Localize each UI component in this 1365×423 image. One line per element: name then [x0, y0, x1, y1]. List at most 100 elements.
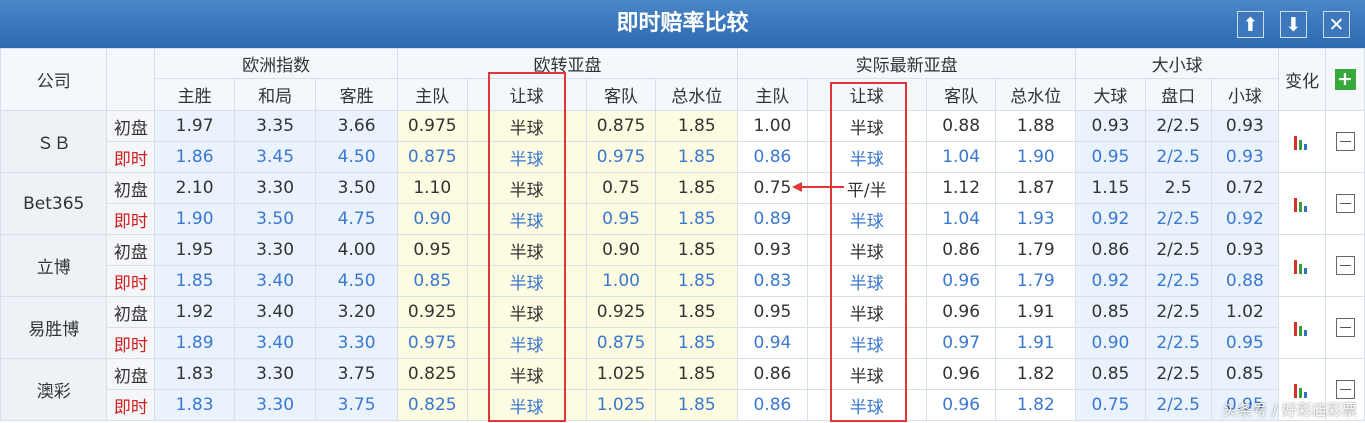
collapse-cell	[1325, 110, 1365, 173]
odds-cell: 2/2.5	[1144, 234, 1212, 266]
table-row: 易胜博 初盘 1.92 3.40 3.20 0.925 半球 0.925 1.85 0.95 半球 0…	[0, 296, 1365, 359]
odds-cell: 半球	[806, 141, 927, 173]
odds-cell: 半球	[466, 234, 587, 266]
bar-chart-icon[interactable]	[1293, 382, 1311, 398]
company-name[interactable]: ＳＢ	[0, 110, 108, 173]
odds-cell: 1.85	[655, 265, 739, 297]
down-arrow-icon[interactable]: ⬇	[1280, 11, 1307, 38]
odds-cell: 半球	[466, 296, 587, 328]
odds-cell: 3.75	[315, 389, 398, 421]
odds-cell: 0.95	[585, 203, 657, 235]
company-name[interactable]: 立博	[0, 234, 108, 297]
minus-icon[interactable]	[1335, 318, 1355, 337]
row-type-label: 初盘	[106, 172, 156, 204]
row-type-label: 即时	[106, 141, 156, 173]
odds-cell: 0.93	[1210, 234, 1280, 266]
odds-cell: 0.92	[1075, 265, 1146, 297]
odds-cell: 1.88	[995, 110, 1077, 142]
odds-cell: 0.86	[737, 358, 808, 390]
odds-cell: 0.75	[1075, 389, 1146, 421]
odds-cell: 1.87	[995, 172, 1077, 204]
odds-cell: 0.83	[737, 265, 808, 297]
odds-cell: 1.85	[655, 389, 739, 421]
odds-cell: 0.94	[737, 327, 808, 359]
column-header: 主胜	[154, 78, 235, 111]
odds-cell: 1.04	[925, 203, 997, 235]
odds-cell: 2.5	[1144, 172, 1212, 204]
odds-cell: 0.975	[396, 110, 468, 142]
odds-cell: 1.83	[154, 389, 235, 421]
change-cell	[1278, 110, 1327, 173]
bar-chart-icon[interactable]	[1293, 320, 1311, 336]
odds-cell: 1.02	[1210, 296, 1280, 328]
minus-icon[interactable]	[1335, 194, 1355, 213]
odds-cell: 0.825	[396, 389, 468, 421]
odds-cell: 1.85	[655, 172, 739, 204]
odds-cell: 3.35	[233, 110, 317, 142]
odds-cell: 1.82	[995, 358, 1077, 390]
row-type-label: 初盘	[106, 358, 156, 390]
odds-cell: 0.86	[737, 389, 808, 421]
company-name[interactable]: 易胜博	[0, 296, 108, 359]
odds-cell: 4.00	[315, 234, 398, 266]
odds-cell: 2/2.5	[1144, 389, 1212, 421]
odds-cell: 1.85	[655, 234, 739, 266]
plus-icon[interactable]: +	[1334, 69, 1356, 90]
company-name[interactable]: Bet365	[0, 172, 108, 235]
odds-cell: 1.97	[154, 110, 235, 142]
header-sub-row: 主胜 和局 客胜 主队 让球 客队 总水位 主队 让球 客队 总水位 大球 盘口 小球	[1, 78, 1365, 111]
page-title: 即时赔率比较	[616, 11, 749, 36]
up-arrow-icon[interactable]: ⬆	[1237, 11, 1264, 38]
table-row: 即时 1.83 3.30 3.75 0.825 半球 1.025 1.85 0.86 半球 0.96…	[1, 389, 1365, 421]
minus-icon[interactable]	[1335, 256, 1355, 275]
column-header: 客胜	[315, 78, 398, 111]
odds-cell: 0.97	[925, 327, 997, 359]
odds-cell: 0.93	[737, 234, 808, 266]
odds-cell: 0.975	[585, 141, 657, 173]
odds-cell: 0.85	[396, 265, 468, 297]
company-name[interactable]: 澳彩	[0, 358, 108, 421]
bar-chart-icon[interactable]	[1293, 196, 1311, 212]
header-group-row: 公司 欧洲指数 欧转亚盘 实际最新亚盘 大小球 变化 +	[0, 48, 1365, 111]
bar-chart-icon[interactable]	[1293, 134, 1311, 150]
odds-cell: 0.96	[925, 389, 997, 421]
odds-cell: 3.30	[233, 358, 317, 390]
odds-cell: 0.88	[1210, 265, 1280, 297]
bar-chart-icon[interactable]	[1293, 258, 1311, 274]
odds-cell: 1.79	[995, 234, 1077, 266]
column-header: 客队	[585, 78, 657, 111]
odds-cell: 1.85	[655, 296, 739, 328]
column-header: 主队	[737, 78, 808, 111]
odds-cell: 0.93	[1210, 141, 1280, 173]
odds-cell: 半球	[806, 389, 927, 421]
odds-cell: 0.90	[585, 234, 657, 266]
odds-cell: 1.04	[925, 141, 997, 173]
column-header: 大球	[1075, 78, 1146, 111]
odds-cell: 2/2.5	[1144, 203, 1212, 235]
minus-icon[interactable]	[1335, 132, 1355, 151]
odds-cell: 1.85	[655, 358, 739, 390]
collapse-cell	[1325, 296, 1365, 359]
column-header: 盘口	[1144, 78, 1212, 111]
odds-cell: 3.40	[233, 296, 317, 328]
add-cell: +	[1325, 48, 1365, 111]
minus-icon[interactable]	[1335, 380, 1355, 399]
group-header: 欧转亚盘	[396, 48, 739, 79]
group-header: 实际最新亚盘	[737, 48, 1077, 79]
odds-cell: 半球	[806, 110, 927, 142]
odds-cell: 0.89	[737, 203, 808, 235]
odds-cell: 1.83	[154, 358, 235, 390]
odds-cell: 1.82	[995, 389, 1077, 421]
odds-cell: 3.66	[315, 110, 398, 142]
group-header: 大小球	[1075, 48, 1280, 79]
odds-cell: 0.92	[1075, 203, 1146, 235]
table-row: ＳＢ 初盘 1.97 3.35 3.66 0.975 半球 0.875 1.85 1.00 半球 0.…	[0, 110, 1365, 173]
odds-cell: 2/2.5	[1144, 141, 1212, 173]
odds-cell: 3.30	[233, 234, 317, 266]
column-header: 客队	[925, 78, 997, 111]
odds-cell: 0.925	[396, 296, 468, 328]
close-icon[interactable]: ✕	[1323, 11, 1350, 38]
row-type-label: 即时	[106, 389, 156, 421]
odds-cell: 0.72	[1210, 172, 1280, 204]
odds-cell: 半球	[466, 358, 587, 390]
